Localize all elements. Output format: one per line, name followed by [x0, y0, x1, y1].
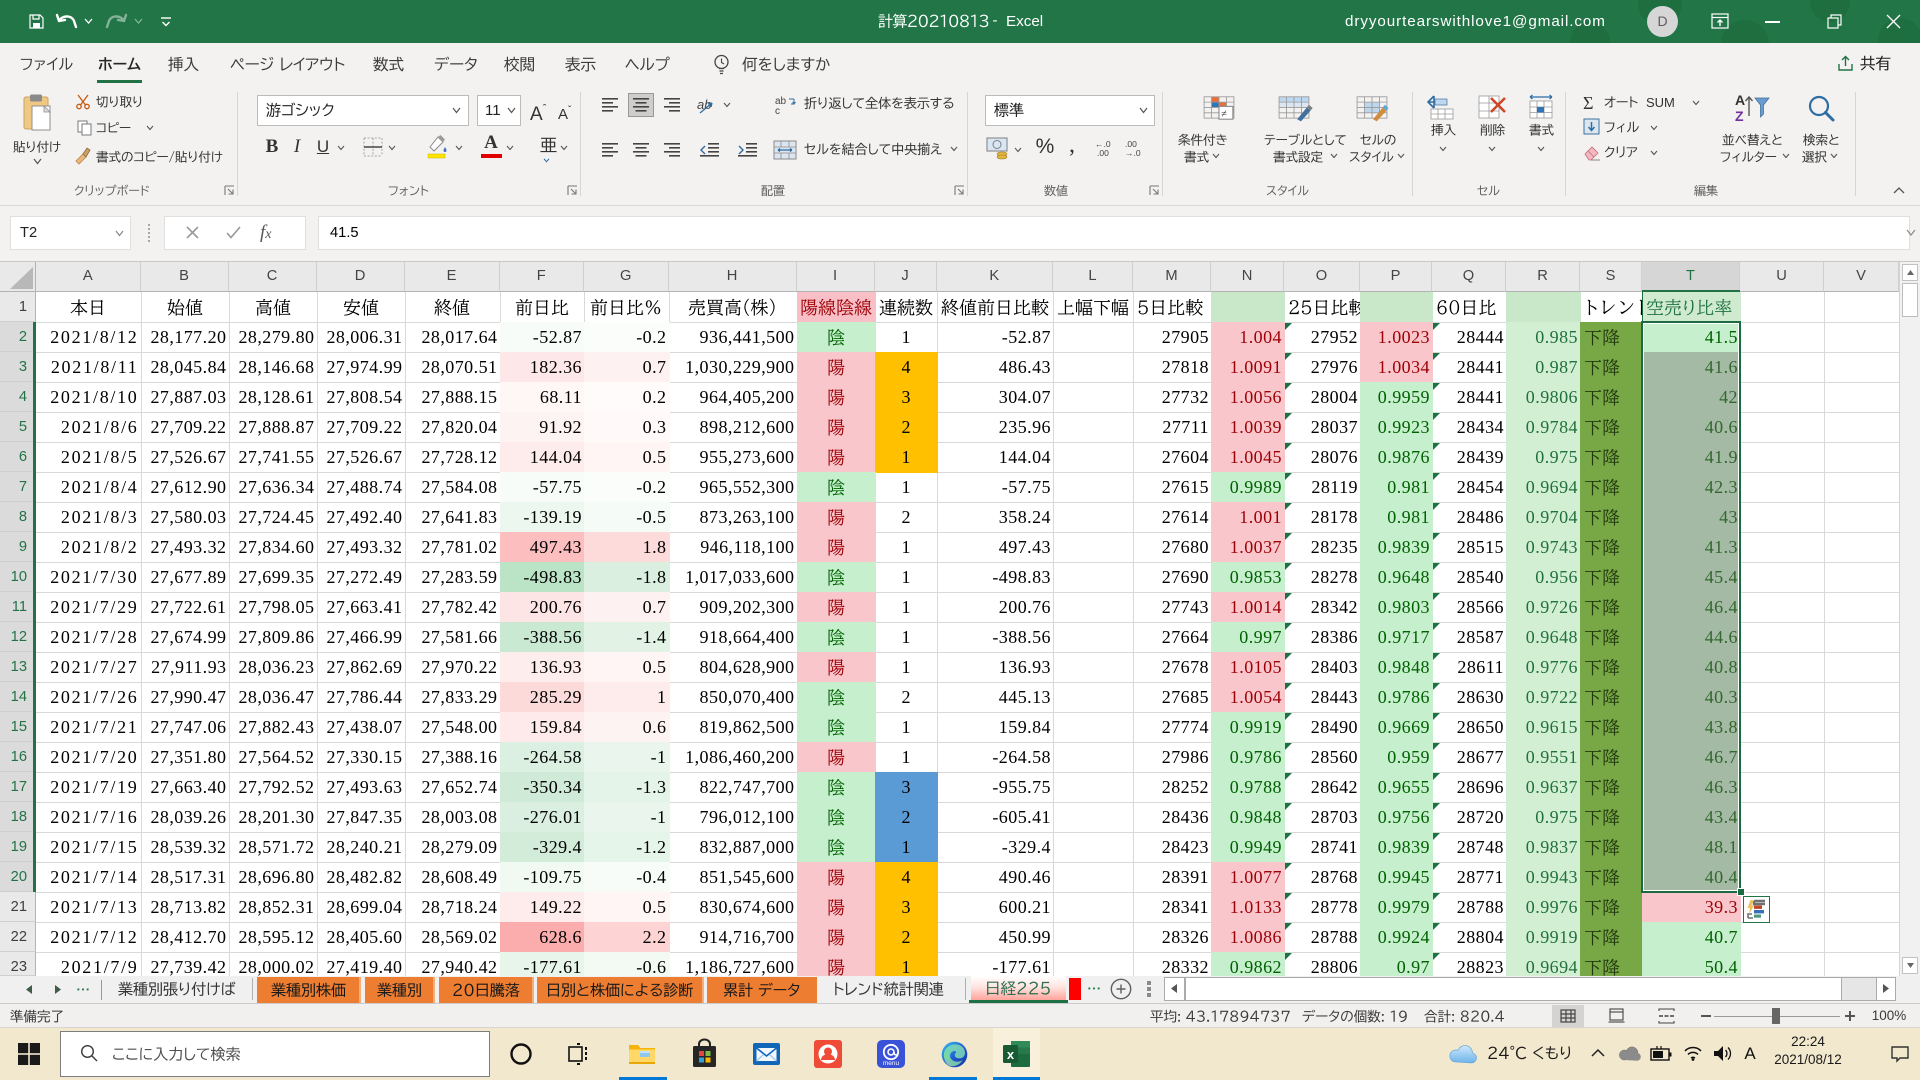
svg-text:≠: ≠ — [1221, 109, 1227, 120]
svg-text:c: c — [775, 106, 780, 117]
svg-text:Z: Z — [1735, 108, 1744, 124]
svg-text:→.0: →.0 — [1125, 148, 1141, 158]
svg-text:x: x — [1007, 1047, 1015, 1062]
svg-text:.00: .00 — [1097, 148, 1109, 158]
svg-text:A: A — [1735, 92, 1745, 108]
svg-text:menu: menu — [883, 1060, 900, 1067]
